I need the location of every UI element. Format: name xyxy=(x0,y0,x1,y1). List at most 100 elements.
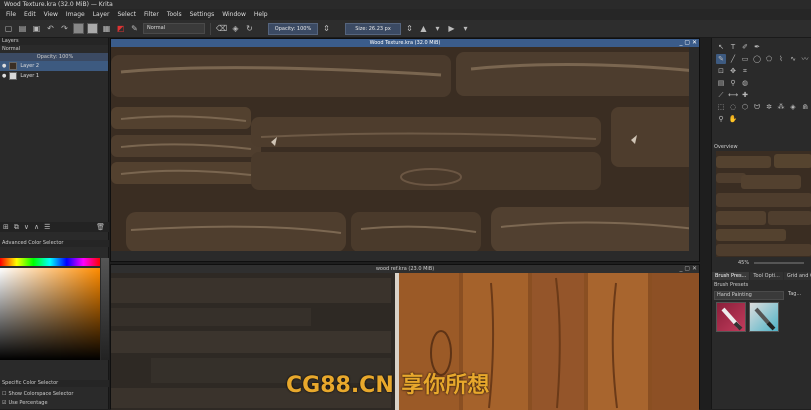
mirror-vertical-icon[interactable]: ▶ xyxy=(446,23,457,34)
reload-preset-icon[interactable]: ↻ xyxy=(244,23,255,34)
zoom-tool-icon[interactable]: ⚲ xyxy=(716,114,726,124)
wood-texture-canvas[interactable] xyxy=(111,47,699,261)
brush-tag-select[interactable]: Hand Painting xyxy=(714,291,784,300)
tag-button[interactable]: Tag... xyxy=(788,291,801,297)
fill-tool-icon[interactable]: ◍ xyxy=(740,78,750,88)
layer-opacity-slider[interactable]: Opacity: 100% xyxy=(0,53,108,61)
move-tool-icon[interactable]: ✥ xyxy=(728,66,738,76)
color-field[interactable] xyxy=(0,268,100,360)
opacity-slider[interactable]: Opacity: 100% xyxy=(268,22,318,35)
pan-tool-icon[interactable]: ✋ xyxy=(728,114,738,124)
calligraphy-icon[interactable]: ✒ xyxy=(752,42,762,52)
preserve-alpha-icon[interactable]: ◈ xyxy=(230,23,241,34)
tab-grid-guides[interactable]: Grid and Gu... xyxy=(783,272,811,280)
ellipse-tool-icon[interactable]: ◯ xyxy=(752,54,762,64)
eraser-mode-icon[interactable]: ⌫ xyxy=(216,23,227,34)
redo-icon[interactable]: ↷ xyxy=(59,23,70,34)
eye-icon[interactable]: ● xyxy=(2,63,6,69)
bezier-tool-icon[interactable]: ∿ xyxy=(788,54,798,64)
size-spin-icon[interactable]: ⇕ xyxy=(404,23,415,34)
brush-tag-label: Hand Painting xyxy=(717,292,752,298)
edit-shape-icon[interactable]: ✐ xyxy=(740,42,750,52)
mirror-horizontal-icon[interactable]: ▲ xyxy=(418,23,429,34)
measure-tool-icon[interactable]: ⟷ xyxy=(728,90,738,100)
opacity-spin-icon[interactable]: ⇕ xyxy=(321,23,332,34)
select-shape-icon[interactable]: ↖ xyxy=(716,42,726,52)
magnetic-select-icon[interactable]: ⋒ xyxy=(800,102,810,112)
text-tool-icon[interactable]: T xyxy=(728,42,738,52)
mirror-v-dropdown-icon[interactable]: ▾ xyxy=(460,23,471,34)
gradient-icon[interactable]: ▦ xyxy=(101,23,112,34)
polygon-select-icon[interactable]: ⬡ xyxy=(740,102,750,112)
polyline-tool-icon[interactable]: ⌇ xyxy=(776,54,786,64)
blend-mode-select[interactable]: Normal xyxy=(143,23,205,34)
menu-image[interactable]: Image xyxy=(62,9,89,20)
overview-thumbnail[interactable] xyxy=(716,151,811,257)
hue-bar[interactable] xyxy=(0,258,100,266)
new-document-icon[interactable]: ▢ xyxy=(3,23,14,34)
colorpicker-icon[interactable]: ⚲ xyxy=(728,78,738,88)
brush-tool-icon[interactable]: ✎ xyxy=(716,54,726,64)
gradient-tool-icon[interactable]: ▤ xyxy=(716,78,726,88)
brush-preset-thumbnail[interactable] xyxy=(749,302,779,332)
size-slider[interactable]: Size: 26.23 px xyxy=(345,22,401,35)
freehand-path-icon[interactable]: 〰 xyxy=(800,54,810,64)
checkbox-icon[interactable]: ☐ xyxy=(2,391,6,397)
transform-tool-icon[interactable]: ⊡ xyxy=(716,66,726,76)
rect-select-icon[interactable]: ⬚ xyxy=(716,102,726,112)
menu-tools[interactable]: Tools xyxy=(163,9,186,20)
bezier-select-icon[interactable]: ◈ xyxy=(788,102,798,112)
window-controls[interactable]: _ ▢ ✕ xyxy=(679,39,697,47)
similar-select-icon[interactable]: ⁂ xyxy=(776,102,786,112)
move-down-icon[interactable]: ∨ xyxy=(24,223,29,231)
freehand-select-icon[interactable]: ᗢ xyxy=(752,102,762,112)
watermark-text: CG88.CN 享你所想 xyxy=(286,373,490,398)
assistant-tool-icon[interactable]: ⟋ xyxy=(716,90,726,100)
menu-settings[interactable]: Settings xyxy=(186,9,219,20)
undo-icon[interactable]: ↶ xyxy=(45,23,56,34)
polygon-tool-icon[interactable]: ⬠ xyxy=(764,54,774,64)
menu-view[interactable]: View xyxy=(40,9,62,20)
delete-layer-icon[interactable]: 🗑 xyxy=(96,223,105,231)
window-controls[interactable]: _ ▢ ✕ xyxy=(679,265,697,273)
menu-edit[interactable]: Edit xyxy=(20,9,40,20)
crop-tool-icon[interactable]: ⌗ xyxy=(740,66,750,76)
open-icon[interactable]: ▤ xyxy=(17,23,28,34)
rectangle-tool-icon[interactable]: ▭ xyxy=(740,54,750,64)
tab-brush-presets[interactable]: Brush Pres... xyxy=(712,272,750,280)
foreground-color-swatch[interactable] xyxy=(73,23,84,34)
menu-file[interactable]: File xyxy=(2,9,20,20)
layer-blend-mode[interactable]: Normal xyxy=(0,45,108,53)
layer-row[interactable]: ● Layer 2 xyxy=(0,61,108,71)
eye-icon[interactable]: ● xyxy=(2,73,6,79)
overview-zoom-slider[interactable] xyxy=(754,262,804,264)
percentage-option[interactable]: ☑ Use Percentage xyxy=(0,399,109,407)
menu-select[interactable]: Select xyxy=(113,9,140,20)
line-tool-icon[interactable]: ╱ xyxy=(728,54,738,64)
contiguous-select-icon[interactable]: ✲ xyxy=(764,102,774,112)
menu-filter[interactable]: Filter xyxy=(140,9,163,20)
color-history-strip[interactable] xyxy=(101,258,109,360)
add-layer-icon[interactable]: ⊞ xyxy=(3,223,9,231)
menu-layer[interactable]: Layer xyxy=(89,9,114,20)
duplicate-layer-icon[interactable]: ⧉ xyxy=(14,223,19,232)
save-icon[interactable]: ▣ xyxy=(31,23,42,34)
move-up-icon[interactable]: ∧ xyxy=(34,223,39,231)
brush-preset-thumbnail[interactable] xyxy=(716,302,746,332)
menu-window[interactable]: Window xyxy=(218,9,250,20)
mirror-dropdown-icon[interactable]: ▾ xyxy=(432,23,443,34)
tab-tool-options[interactable]: Tool Opti... xyxy=(750,272,783,280)
layer-properties-icon[interactable]: ☰ xyxy=(44,223,50,231)
overview-title: Overview xyxy=(714,144,738,150)
brush-preset-icon[interactable]: ✎ xyxy=(129,23,140,34)
ellipse-select-icon[interactable]: ◌ xyxy=(728,102,738,112)
layer-row[interactable]: ● Layer 1 xyxy=(0,71,108,81)
checkbox-icon[interactable]: ☑ xyxy=(2,400,6,406)
background-color-swatch[interactable] xyxy=(87,23,98,34)
docker-tabs: Brush Pres... Tool Opti... Grid and Gu..… xyxy=(712,272,811,280)
reference-tool-icon[interactable]: ✚ xyxy=(740,90,750,100)
reference-canvas-title: wood ref.kra (23.0 MiB) _ ▢ ✕ xyxy=(111,265,699,273)
menu-help[interactable]: Help xyxy=(250,9,272,20)
pattern-icon[interactable]: ◩ xyxy=(115,23,126,34)
colorspace-option[interactable]: ☐ Show Colorspace Selector xyxy=(0,390,109,398)
